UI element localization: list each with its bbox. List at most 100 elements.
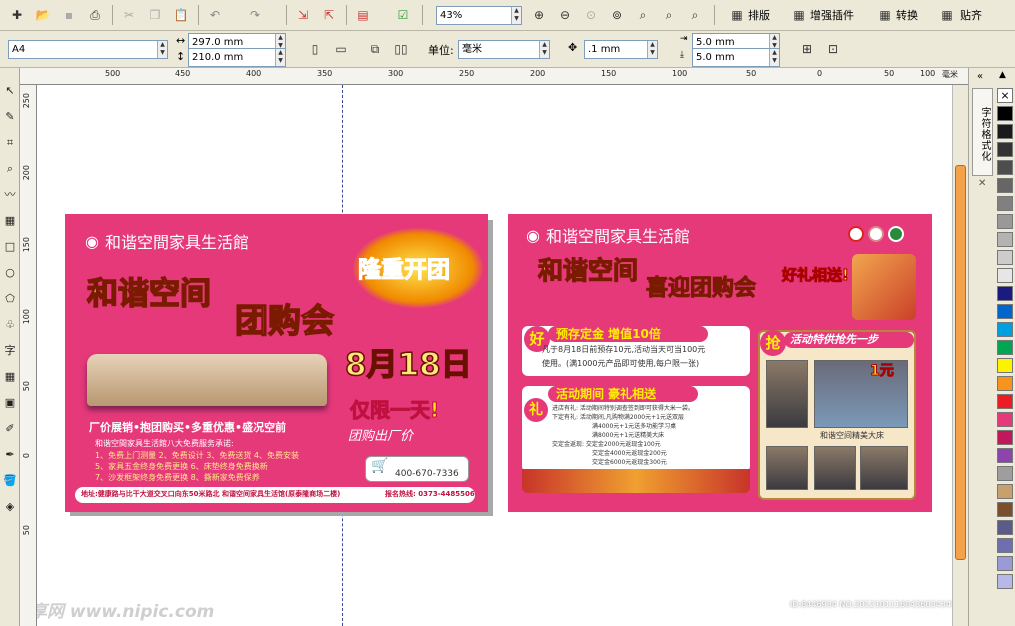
zoom-tool-icon[interactable]: ⌕ xyxy=(1,160,19,178)
outline-pen-icon[interactable]: ✒ xyxy=(1,446,19,464)
freehand-tool-icon[interactable]: 〰 xyxy=(1,186,19,204)
zoom-all-objects-icon[interactable]: ⊚ xyxy=(606,5,628,25)
application-launcher-icon[interactable]: ▤ xyxy=(352,5,374,25)
color-swatch[interactable] xyxy=(997,196,1013,211)
color-swatch[interactable] xyxy=(997,250,1013,265)
page-width-value: 297.0 mm xyxy=(192,37,244,48)
snap-to-grid-icon[interactable]: ⊞ xyxy=(796,39,818,59)
scrollbar-thumb[interactable] xyxy=(955,165,966,560)
layout-icon[interactable]: ▦ xyxy=(726,5,748,25)
duplicate-distance-y-field[interactable]: 5.0 mm ▲ ▼ xyxy=(692,48,780,67)
undo-icon[interactable]: ↶ xyxy=(204,5,226,25)
close-icon[interactable]: ✕ xyxy=(978,178,986,189)
layout-button[interactable]: 排版 xyxy=(748,7,770,23)
color-swatch[interactable] xyxy=(997,142,1013,157)
welcome-screen-icon[interactable]: ☑ xyxy=(392,5,414,25)
horizontal-ruler[interactable]: 500 450 400 350 300 250 200 150 100 50 0… xyxy=(20,68,968,85)
gift-line: 进店有礼: 活动期间特别调查签到即可获得大米一袋。 xyxy=(552,405,694,412)
deposit-line: 使用。(满1000元产品即可使用,每户限一张) xyxy=(542,359,700,368)
collapse-docker-icon[interactable]: « xyxy=(977,71,983,82)
current-page-icon[interactable]: ▯▯ xyxy=(390,39,412,59)
text-tool-icon[interactable]: 字 xyxy=(1,342,19,360)
vertical-scrollbar[interactable] xyxy=(952,85,968,626)
smart-fill-icon[interactable]: ▦ xyxy=(1,212,19,230)
color-swatch[interactable] xyxy=(997,394,1013,409)
table-tool-icon[interactable]: ▦ xyxy=(1,368,19,386)
shape-tool-icon[interactable]: ✎ xyxy=(1,108,19,126)
save-icon[interactable]: ▪ xyxy=(58,5,80,25)
units-select[interactable]: 毫米 ▲ ▼ xyxy=(458,40,550,59)
color-swatch[interactable] xyxy=(997,430,1013,445)
plugins-icon[interactable]: ▦ xyxy=(788,5,810,25)
zoom-level-select[interactable]: 43% ▲ ▼ xyxy=(436,6,522,25)
page-height-field[interactable]: 210.0 mm ▲ ▼ xyxy=(188,48,286,67)
ruler-label: 0 xyxy=(22,453,31,459)
color-swatch[interactable] xyxy=(997,556,1013,571)
copy-icon[interactable]: ❐ xyxy=(144,5,166,25)
ellipse-tool-icon[interactable]: ○ xyxy=(1,264,19,282)
color-swatch[interactable] xyxy=(997,232,1013,247)
color-swatch[interactable] xyxy=(997,304,1013,319)
basic-shapes-icon[interactable]: ♧ xyxy=(1,316,19,334)
convert-button[interactable]: 转换 xyxy=(896,7,918,23)
page-size-select[interactable]: A4 ▲ ▼ xyxy=(8,40,168,59)
zoom-out-icon[interactable]: ⊖ xyxy=(554,5,576,25)
color-swatch[interactable] xyxy=(997,286,1013,301)
print-icon[interactable]: ⎙ xyxy=(84,5,106,25)
color-swatch[interactable] xyxy=(997,124,1013,139)
color-swatch[interactable] xyxy=(997,574,1013,589)
color-swatch[interactable] xyxy=(997,268,1013,283)
zoom-selected-icon[interactable]: ⊙ xyxy=(580,5,602,25)
landscape-icon[interactable]: ▭ xyxy=(330,39,352,59)
color-swatch[interactable] xyxy=(997,376,1013,391)
color-swatch[interactable] xyxy=(997,160,1013,175)
zoom-page-width-icon[interactable]: ⌕ xyxy=(658,5,680,25)
rectangle-tool-icon[interactable]: □ xyxy=(1,238,19,256)
no-color-swatch[interactable]: ⨯ xyxy=(997,88,1013,103)
color-swatch[interactable] xyxy=(997,466,1013,481)
snap-button[interactable]: 贴齐 xyxy=(960,7,982,23)
snap-icon[interactable]: ▦ xyxy=(936,5,958,25)
all-pages-icon[interactable]: ⧉ xyxy=(364,39,386,59)
color-swatch[interactable] xyxy=(997,448,1013,463)
redo-icon[interactable]: ↷ xyxy=(244,5,266,25)
color-swatch[interactable] xyxy=(997,538,1013,553)
nudge-distance-field[interactable]: .1 mm ▲ ▼ xyxy=(584,40,658,59)
color-swatch[interactable] xyxy=(997,340,1013,355)
zoom-in-icon[interactable]: ⊕ xyxy=(528,5,550,25)
palette-scroll-up-icon[interactable]: ▲ xyxy=(999,70,1006,80)
docker-tab-character-formatting[interactable]: 字符格式化 xyxy=(972,88,993,176)
new-document-icon[interactable]: ✚ xyxy=(6,5,28,25)
color-swatch[interactable] xyxy=(997,520,1013,535)
color-swatch[interactable] xyxy=(997,358,1013,373)
import-icon[interactable]: ⇲ xyxy=(292,5,314,25)
fill-bucket-icon[interactable]: 🪣 xyxy=(1,472,19,490)
interactive-tool-icon[interactable]: ▣ xyxy=(1,394,19,412)
pick-tool-icon[interactable]: ↖ xyxy=(1,82,19,100)
zoom-page-height-icon[interactable]: ⌕ xyxy=(684,5,706,25)
color-swatch[interactable] xyxy=(997,106,1013,121)
plugins-button[interactable]: 增强插件 xyxy=(810,7,854,23)
flyer-right-page[interactable]: ◉ 和谐空間家具生活館 和谐空间 喜迎团购会 好礼相送! 好 预存定金 增值10… xyxy=(508,214,932,512)
color-swatch[interactable] xyxy=(997,502,1013,517)
crop-tool-icon[interactable]: ⌗ xyxy=(1,134,19,152)
paste-icon[interactable]: 📋 xyxy=(170,5,192,25)
color-swatch[interactable] xyxy=(997,178,1013,193)
vertical-ruler[interactable]: 250 200 150 100 50 0 50 xyxy=(20,85,37,626)
color-swatch[interactable] xyxy=(997,322,1013,337)
flyer-left-page[interactable]: ◉ 和谐空間家具生活館 隆重开团 和谐空间 团购会 8月18日 仅限一天! 团购… xyxy=(65,214,488,512)
export-icon[interactable]: ⇱ xyxy=(318,5,340,25)
convert-icon[interactable]: ▦ xyxy=(874,5,896,25)
interactive-fill-icon[interactable]: ◈ xyxy=(1,498,19,516)
drawing-canvas[interactable]: ◉ 和谐空間家具生活館 隆重开团 和谐空间 团购会 8月18日 仅限一天! 团购… xyxy=(37,85,952,626)
color-swatch[interactable] xyxy=(997,214,1013,229)
color-swatch[interactable] xyxy=(997,412,1013,427)
cut-icon[interactable]: ✂ xyxy=(118,5,140,25)
zoom-page-icon[interactable]: ⌕ xyxy=(632,5,654,25)
transform-origin-icon[interactable]: ⊡ xyxy=(822,39,844,59)
open-folder-icon[interactable]: 📂 xyxy=(32,5,54,25)
eyedropper-icon[interactable]: ✐ xyxy=(1,420,19,438)
portrait-icon[interactable]: ▯ xyxy=(304,39,326,59)
color-swatch[interactable] xyxy=(997,484,1013,499)
polygon-tool-icon[interactable]: ⬠ xyxy=(1,290,19,308)
